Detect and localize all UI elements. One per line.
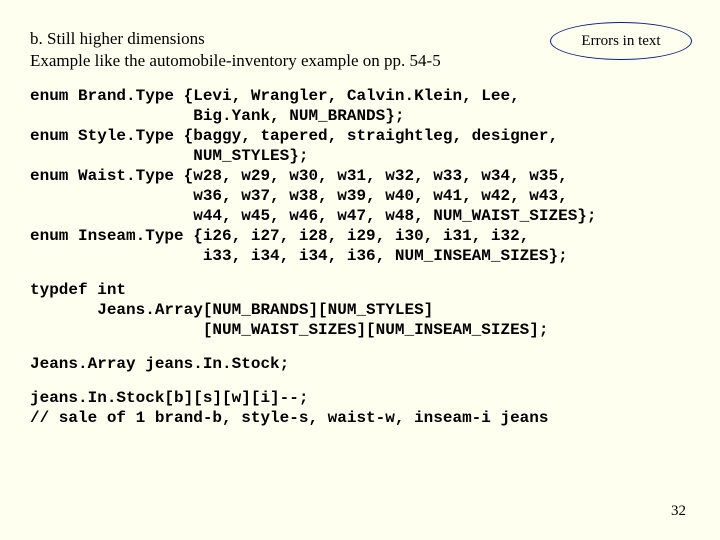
errors-callout: Errors in text: [550, 22, 692, 60]
code-enums: enum Brand.Type {Levi, Wrangler, Calvin.…: [30, 86, 690, 266]
page-number: 32: [671, 503, 686, 520]
code-declaration: Jeans.Array jeans.In.Stock;: [30, 354, 690, 374]
errors-callout-text: Errors in text: [581, 33, 660, 50]
code-typedef: typdef int Jeans.Array[NUM_BRANDS][NUM_S…: [30, 280, 690, 340]
slide: Errors in text b. Still higher dimension…: [0, 0, 720, 540]
code-usage: jeans.In.Stock[b][s][w][i]--; // sale of…: [30, 388, 690, 428]
